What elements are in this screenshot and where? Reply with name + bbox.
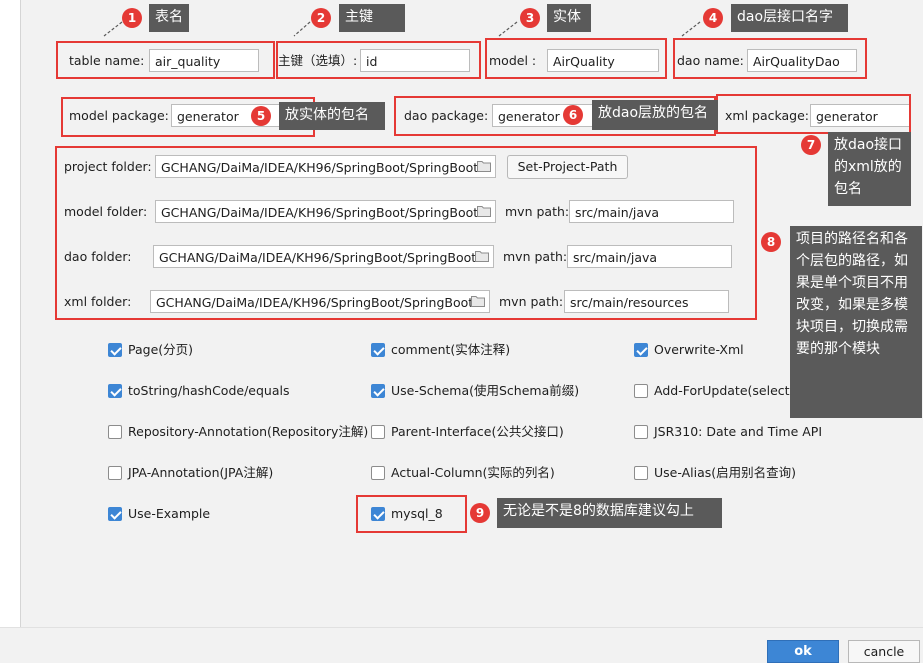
marker-3: 3	[520, 8, 540, 28]
marker-8: 8	[761, 232, 781, 252]
marker-9: 9	[470, 503, 490, 523]
arrow-2	[293, 21, 311, 37]
marker-7: 7	[801, 135, 821, 155]
callout-primary-key: 主键	[339, 4, 405, 32]
callout-xml-package: 放dao接口的xml放的包名	[828, 132, 911, 206]
annotation-arrows	[103, 21, 701, 37]
arrow-4	[681, 21, 701, 37]
marker-1: 1	[122, 8, 142, 28]
callout-mysql8: 无论是不是8的数据库建议勾上	[497, 498, 722, 528]
arrow-1	[103, 21, 123, 37]
marker-6: 6	[563, 105, 583, 125]
arrow-3	[498, 21, 518, 37]
marker-4: 4	[703, 8, 723, 28]
callout-paths: 项目的路径名和各个层包的路径，如果是单个项目不用改变，如果是多模块项目，切换成需…	[790, 226, 922, 418]
callout-dao-name: dao层接口名字	[731, 4, 848, 32]
callout-dao-package: 放dao层放的包名	[592, 100, 718, 130]
marker-2: 2	[311, 8, 331, 28]
marker-5: 5	[251, 106, 271, 126]
callout-table-name: 表名	[149, 4, 189, 32]
callout-model-package: 放实体的包名	[279, 102, 385, 130]
callout-model: 实体	[547, 4, 591, 32]
